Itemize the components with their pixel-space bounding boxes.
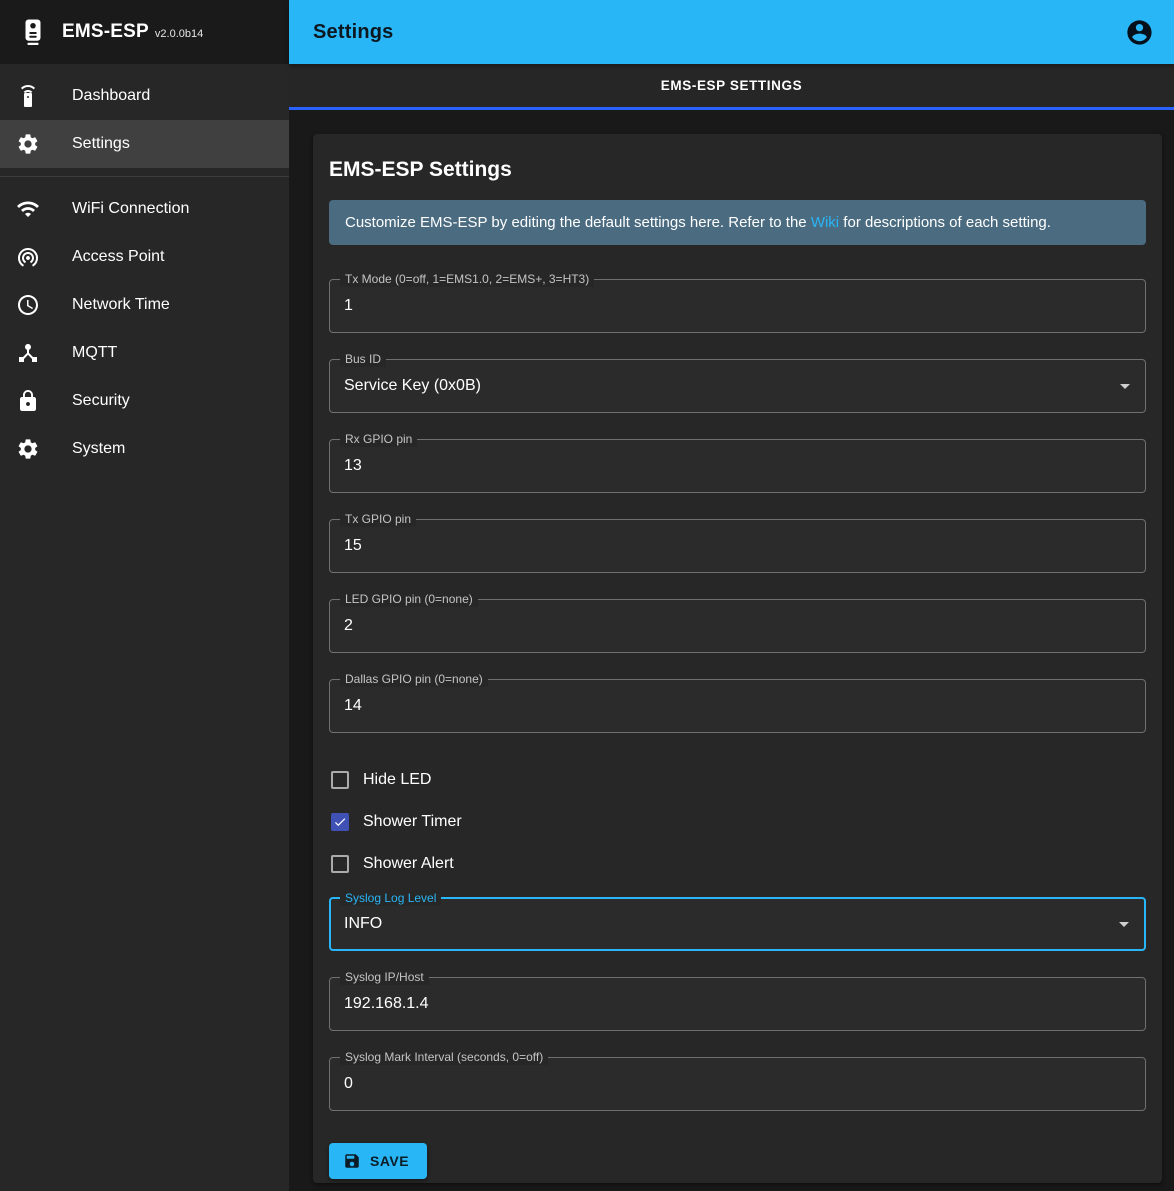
field-led-gpio-pin[interactable]: LED GPIO pin (0=none) 2 xyxy=(329,599,1146,653)
clock-icon xyxy=(16,293,40,317)
app-logo-icon xyxy=(16,15,50,49)
wiki-link[interactable]: Wiki xyxy=(811,214,839,231)
field-label: LED GPIO pin (0=none) xyxy=(340,592,478,607)
sidebar-item-system[interactable]: System xyxy=(0,425,289,473)
app-title-wrap: EMS-ESP v2.0.0b14 xyxy=(62,21,203,43)
content-column: Settings EMS-ESP SETTINGS EMS-ESP Settin… xyxy=(289,0,1174,1191)
banner-text: Customize EMS-ESP by editing the default… xyxy=(345,214,811,231)
banner-text: for descriptions of each setting. xyxy=(839,214,1051,231)
sidebar-item-mqtt[interactable]: MQTT xyxy=(0,329,289,377)
gear-icon xyxy=(16,437,40,461)
field-syslog-ip-host[interactable]: Syslog IP/Host 192.168.1.4 xyxy=(329,977,1146,1031)
sidebar-item-label: Settings xyxy=(72,135,130,153)
field-bus-id[interactable]: Bus ID Service Key (0x0B) xyxy=(329,359,1146,413)
checkbox-unchecked-icon[interactable] xyxy=(331,855,349,873)
sidebar-item-label: MQTT xyxy=(72,344,117,362)
field-value: 15 xyxy=(344,537,362,555)
app-root: EMS-ESP v2.0.0b14 Dashboard Settings xyxy=(0,0,1174,1191)
lock-icon xyxy=(16,389,40,413)
settings-card: EMS-ESP Settings Customize EMS-ESP by ed… xyxy=(313,134,1162,1183)
field-label: Syslog Log Level xyxy=(340,891,441,906)
app-logo-bar: EMS-ESP v2.0.0b14 xyxy=(0,0,289,64)
checkbox-unchecked-icon[interactable] xyxy=(331,771,349,789)
wifi-tethering-icon xyxy=(16,245,40,269)
field-label: Syslog Mark Interval (seconds, 0=off) xyxy=(340,1050,548,1065)
field-tx-gpio-pin[interactable]: Tx GPIO pin 15 xyxy=(329,519,1146,573)
field-value: 192.168.1.4 xyxy=(344,995,429,1013)
field-dallas-gpio-pin[interactable]: Dallas GPIO pin (0=none) 14 xyxy=(329,679,1146,733)
field-value: 1 xyxy=(344,297,353,315)
save-button-label: SAVE xyxy=(370,1153,409,1169)
sidebar-item-settings[interactable]: Settings xyxy=(0,120,289,168)
device-hub-icon xyxy=(16,341,40,365)
appbar: Settings xyxy=(289,0,1174,64)
sidebar-item-label: Access Point xyxy=(72,248,164,266)
sidebar-item-wifi-connection[interactable]: WiFi Connection xyxy=(0,185,289,233)
checkbox-hide-led[interactable]: Hide LED xyxy=(329,759,1146,801)
arrow-dropdown-icon xyxy=(1113,374,1137,398)
app-title: EMS-ESP xyxy=(62,21,149,43)
sidebar-item-network-time[interactable]: Network Time xyxy=(0,281,289,329)
sidebar-item-dashboard[interactable]: Dashboard xyxy=(0,72,289,120)
field-value: 13 xyxy=(344,457,362,475)
checkbox-label: Shower Timer xyxy=(363,813,462,831)
field-label: Rx GPIO pin xyxy=(340,432,417,447)
field-value: Service Key (0x0B) xyxy=(344,377,481,395)
field-label: Tx GPIO pin xyxy=(340,512,416,527)
field-value: 2 xyxy=(344,617,353,635)
checkbox-shower-timer[interactable]: Shower Timer xyxy=(329,801,1146,843)
sidebar: EMS-ESP v2.0.0b14 Dashboard Settings xyxy=(0,0,289,1191)
sidebar-divider xyxy=(0,176,289,177)
checkbox-checked-icon[interactable] xyxy=(331,813,349,831)
checkbox-label: Hide LED xyxy=(363,771,431,789)
save-icon xyxy=(343,1152,361,1170)
sidebar-item-label: Security xyxy=(72,392,130,410)
field-label: Dallas GPIO pin (0=none) xyxy=(340,672,488,687)
checkbox-group: Hide LED Shower Timer Shower Alert xyxy=(329,759,1146,885)
tab-ems-esp-settings[interactable]: EMS-ESP SETTINGS xyxy=(661,78,802,93)
arrow-dropdown-icon xyxy=(1112,912,1136,936)
gear-icon xyxy=(16,132,40,156)
sidebar-item-label: Dashboard xyxy=(72,87,150,105)
field-value: INFO xyxy=(344,915,382,933)
sidebar-item-label: Network Time xyxy=(72,296,170,314)
remote-icon xyxy=(16,84,40,108)
app-version: v2.0.0b14 xyxy=(155,28,203,40)
info-banner: Customize EMS-ESP by editing the default… xyxy=(329,200,1146,245)
field-rx-gpio-pin[interactable]: Rx GPIO pin 13 xyxy=(329,439,1146,493)
page-title: Settings xyxy=(313,21,1118,44)
field-label: Syslog IP/Host xyxy=(340,970,429,985)
sidebar-menu: Dashboard Settings WiFi Connection A xyxy=(0,64,289,473)
field-value: 0 xyxy=(344,1075,353,1093)
field-label: Tx Mode (0=off, 1=EMS1.0, 2=EMS+, 3=HT3) xyxy=(340,272,594,287)
account-button[interactable] xyxy=(1118,11,1160,53)
wifi-icon xyxy=(16,197,40,221)
sidebar-item-security[interactable]: Security xyxy=(0,377,289,425)
save-button[interactable]: SAVE xyxy=(329,1143,427,1179)
sidebar-item-label: System xyxy=(72,440,125,458)
checkbox-shower-alert[interactable]: Shower Alert xyxy=(329,843,1146,885)
checkbox-label: Shower Alert xyxy=(363,855,454,873)
field-label: Bus ID xyxy=(340,352,386,367)
main-content: EMS-ESP Settings Customize EMS-ESP by ed… xyxy=(289,110,1174,1191)
account-circle-icon xyxy=(1125,18,1154,47)
field-syslog-log-level[interactable]: Syslog Log Level INFO xyxy=(329,897,1146,951)
card-heading: EMS-ESP Settings xyxy=(329,158,1146,182)
field-value: 14 xyxy=(344,697,362,715)
tabbar: EMS-ESP SETTINGS xyxy=(289,64,1174,110)
field-syslog-mark-interval[interactable]: Syslog Mark Interval (seconds, 0=off) 0 xyxy=(329,1057,1146,1111)
field-tx-mode[interactable]: Tx Mode (0=off, 1=EMS1.0, 2=EMS+, 3=HT3)… xyxy=(329,279,1146,333)
sidebar-item-access-point[interactable]: Access Point xyxy=(0,233,289,281)
sidebar-item-label: WiFi Connection xyxy=(72,200,189,218)
